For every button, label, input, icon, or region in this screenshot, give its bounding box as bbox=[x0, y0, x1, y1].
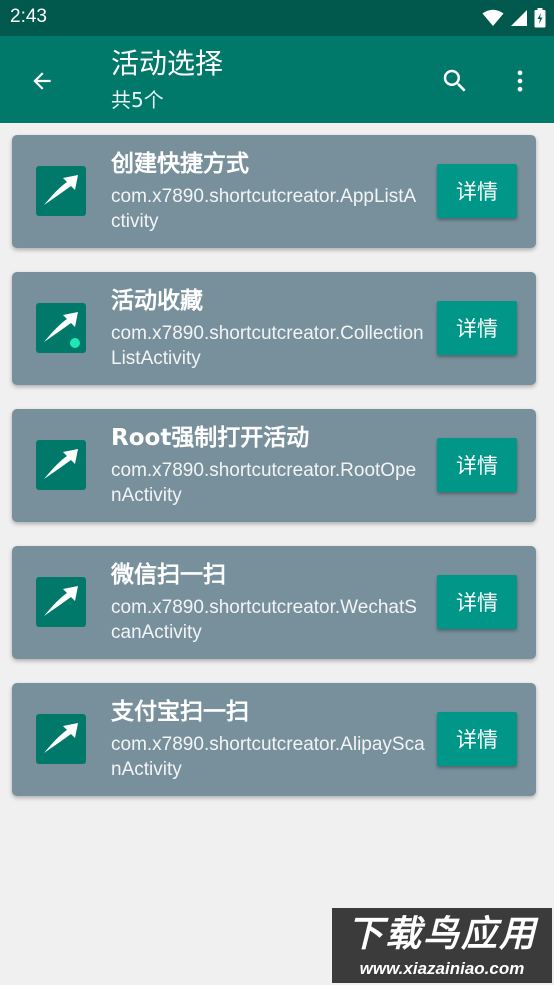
page-subtitle: 共5个 bbox=[111, 88, 164, 112]
details-button[interactable]: 详情 bbox=[437, 575, 517, 629]
details-button[interactable]: 详情 bbox=[437, 301, 517, 355]
watermark-url: www.xiazainiao.com bbox=[359, 959, 525, 978]
status-icons bbox=[482, 8, 546, 28]
activity-title: 活动收藏 bbox=[111, 288, 203, 314]
more-vert-icon bbox=[517, 70, 523, 92]
signal-icon bbox=[511, 10, 527, 26]
arrow-back-icon bbox=[33, 72, 51, 90]
shortcut-app-icon bbox=[36, 440, 86, 490]
activity-class-name: com.x7890.shortcutcreator.CollectionList… bbox=[111, 323, 424, 369]
search-icon bbox=[443, 69, 466, 92]
activity-list: 创建快捷方式 com.x7890.shortcutcreator.AppList… bbox=[12, 135, 536, 820]
watermark-title: 下载鸟应用 bbox=[346, 914, 537, 955]
page-title: 活动选择 bbox=[111, 47, 224, 80]
search-button[interactable] bbox=[434, 60, 476, 102]
favorite-dot-icon bbox=[70, 338, 80, 348]
activity-card[interactable]: Root强制打开活动 com.x7890.shortcutcreator.Roo… bbox=[12, 409, 536, 522]
shortcut-app-icon bbox=[36, 303, 86, 353]
app-bar: 活动选择 共5个 bbox=[0, 36, 554, 123]
shortcut-app-icon bbox=[36, 166, 86, 216]
activity-title: 微信扫一扫 bbox=[111, 562, 226, 588]
back-button[interactable] bbox=[22, 61, 62, 101]
status-bar: 2:43 bbox=[0, 0, 554, 36]
activity-card[interactable]: 创建快捷方式 com.x7890.shortcutcreator.AppList… bbox=[12, 135, 536, 248]
status-time: 2:43 bbox=[10, 6, 47, 27]
more-options-button[interactable] bbox=[500, 60, 540, 102]
shortcut-app-icon bbox=[36, 714, 86, 764]
activity-title: Root强制打开活动 bbox=[111, 425, 310, 451]
details-button[interactable]: 详情 bbox=[437, 164, 517, 218]
activity-class-name: com.x7890.shortcutcreator.RootOpenActivi… bbox=[111, 460, 417, 506]
activity-title: 创建快捷方式 bbox=[111, 151, 249, 177]
wifi-icon bbox=[482, 9, 504, 26]
activity-card[interactable]: 活动收藏 com.x7890.shortcutcreator.Collectio… bbox=[12, 272, 536, 385]
shortcut-app-icon bbox=[36, 577, 86, 627]
watermark-logo: 下载鸟应用 www.xiazainiao.com bbox=[332, 908, 552, 983]
details-button[interactable]: 详情 bbox=[437, 438, 517, 492]
activity-class-name: com.x7890.shortcutcreator.WechatScanActi… bbox=[111, 597, 417, 643]
activity-card[interactable]: 微信扫一扫 com.x7890.shortcutcreator.WechatSc… bbox=[12, 546, 536, 659]
details-button[interactable]: 详情 bbox=[437, 712, 517, 766]
activity-card[interactable]: 支付宝扫一扫 com.x7890.shortcutcreator.AlipayS… bbox=[12, 683, 536, 796]
battery-icon bbox=[534, 8, 546, 28]
activity-class-name: com.x7890.shortcutcreator.AlipayScanActi… bbox=[111, 734, 425, 780]
activity-class-name: com.x7890.shortcutcreator.AppListActivit… bbox=[111, 186, 417, 232]
activity-title: 支付宝扫一扫 bbox=[111, 699, 249, 725]
